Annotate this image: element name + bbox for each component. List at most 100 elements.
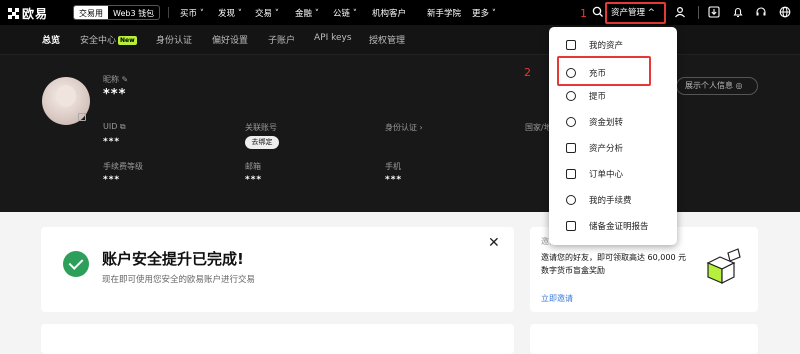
nav-item-label: 交易: [255, 9, 273, 19]
security-complete-card: 账户安全提升已完成! 现在即可使用您安全的欧易账户进行交易 ✕: [41, 227, 514, 312]
logo-icon: [8, 8, 19, 19]
nav-item-label: 金融: [295, 9, 313, 19]
chevron-down-icon: ˅: [350, 9, 357, 19]
subnav-tab-label: 偏好设置: [212, 36, 249, 46]
chevron-right-icon: ›: [419, 123, 423, 132]
nav-item-label: 机构客户: [372, 9, 407, 19]
subnav-tab-6[interactable]: 授权管理: [369, 33, 405, 46]
subnav-tab-1[interactable]: 安全中心 New: [80, 33, 137, 46]
dropdown-item-label: 资产分析: [589, 144, 624, 154]
nav-item-7[interactable]: 更多 ˅: [472, 7, 496, 19]
dropdown-item-label: 提币: [589, 92, 607, 102]
header-divider: [698, 6, 699, 19]
subnav-tab-4[interactable]: 子账户: [268, 33, 295, 46]
nav-item-5[interactable]: 机构客户: [372, 7, 406, 19]
subnav-tab-3[interactable]: 偏好设置: [212, 33, 248, 46]
nav-item-4[interactable]: 公链 ˅: [333, 7, 357, 19]
exchange-mode-tab[interactable]: 交易用: [74, 6, 108, 19]
phone-label: 手机: [385, 162, 401, 171]
dropdown-item-order[interactable]: 订单中心: [549, 164, 677, 184]
dropdown-item-fee[interactable]: 我的手续费: [549, 190, 677, 210]
search-icon[interactable]: [591, 5, 605, 19]
order-icon: [566, 169, 576, 179]
top-nav-bar: 欧易 交易用 Web3 钱包 买币 ˅ 发现 ˅ 交易 ˅ 金融 ˅ 公链 ˅ 机构客户新…: [0, 0, 800, 25]
download-icon[interactable]: [707, 5, 721, 19]
subnav-tab-0[interactable]: 总览: [42, 33, 60, 46]
web3-wallet-tab[interactable]: Web3 钱包: [108, 6, 159, 19]
subnav-tab-label: 子账户: [268, 36, 296, 46]
copy-icon[interactable]: ⧉: [120, 122, 126, 131]
dropdown-item-label: 我的手续费: [589, 196, 632, 206]
nav-divider: [168, 7, 169, 18]
user-icon[interactable]: [673, 5, 687, 19]
nav-item-label: 发现: [218, 9, 236, 19]
profile-panel: 昵称 ✎ *** UID ⧉ *** 关联账号 去绑定 身份认证 › 国家/地 …: [0, 55, 800, 212]
reserve-report-icon: [566, 221, 576, 231]
country-label: 国家/地: [525, 123, 552, 132]
email-label: 邮箱: [245, 162, 261, 171]
logo-text: 欧易: [22, 7, 49, 21]
chevron-down-icon: ˅: [235, 9, 242, 19]
fee-tier-value: ***: [103, 175, 121, 185]
dropdown-item-reserve-report[interactable]: 储备金证明报告: [549, 216, 677, 236]
dropdown-item-label: 我的资产: [589, 41, 624, 51]
nav-item-3[interactable]: 金融 ˅: [295, 7, 319, 19]
subnav-tab-label: 授权管理: [369, 36, 406, 46]
fee-icon: [566, 195, 576, 205]
dropdown-item-wallet[interactable]: 我的资产: [549, 35, 677, 55]
new-badge: New: [118, 36, 137, 45]
dropdown-item-label: 资金划转: [589, 118, 624, 128]
nav-item-2[interactable]: 交易 ˅: [255, 7, 279, 19]
dropdown-item-transfer[interactable]: 资金划转: [549, 112, 677, 132]
mode-toggle[interactable]: 交易用 Web3 钱包: [73, 5, 161, 20]
gift-box-icon: [706, 248, 741, 284]
show-personal-info-toggle[interactable]: 展示个人信息 ◎: [676, 77, 758, 95]
nickname-value: ***: [103, 87, 127, 102]
uid-value: ***: [103, 137, 121, 147]
nav-item-6[interactable]: 新手学院: [427, 7, 461, 19]
invite-now-link[interactable]: 立即邀请: [541, 293, 573, 304]
analysis-icon: [566, 143, 576, 153]
nav-item-label: 更多: [472, 9, 490, 19]
close-icon[interactable]: ✕: [488, 235, 500, 251]
edit-avatar-icon[interactable]: [78, 113, 86, 121]
annotation-highlight-2: [557, 56, 651, 86]
content-card: [530, 324, 758, 354]
phone-value: ***: [385, 175, 403, 185]
nav-item-0[interactable]: 买币 ˅: [180, 7, 204, 19]
edit-icon[interactable]: ✎: [122, 75, 129, 84]
nav-item-label: 新手学院: [427, 9, 462, 19]
globe-icon[interactable]: [778, 5, 792, 19]
subnav-tab-5[interactable]: API keys: [314, 33, 352, 43]
chevron-down-icon: ˅: [312, 9, 319, 19]
annotation-step-2: 2: [524, 66, 531, 79]
email-value: ***: [245, 175, 263, 185]
fee-tier-label: 手续费等级: [103, 162, 143, 171]
bell-icon[interactable]: [731, 5, 745, 19]
bind-account-button[interactable]: 去绑定: [245, 136, 279, 149]
eye-off-icon: ◎: [735, 81, 743, 90]
okx-logo[interactable]: 欧易: [8, 5, 48, 22]
chevron-down-icon: ˅: [272, 9, 279, 19]
content-card: [41, 324, 514, 354]
headset-icon[interactable]: [754, 5, 768, 19]
account-subnav: 总览 安全中心 New 身份认证 偏好设置 子账户 API keys 授权管理: [0, 25, 800, 55]
subnav-tab-2[interactable]: 身份认证: [156, 33, 192, 46]
subnav-tab-label: 总览: [42, 36, 61, 46]
nav-item-label: 公链: [333, 9, 351, 19]
security-card-subtitle: 现在即可使用您安全的欧易账户进行交易: [102, 275, 256, 285]
transfer-icon: [566, 117, 576, 127]
nav-item-label: 买币: [180, 9, 198, 19]
withdraw-icon: [566, 91, 576, 101]
dropdown-item-label: 储备金证明报告: [589, 222, 649, 232]
subnav-tab-label: 安全中心: [80, 36, 117, 46]
nickname-label: 昵称 ✎: [103, 75, 129, 84]
chevron-down-icon: ˅: [197, 9, 204, 19]
dropdown-item-analysis[interactable]: 资产分析: [549, 138, 677, 158]
uid-label: UID ⧉: [103, 122, 126, 131]
dropdown-item-withdraw[interactable]: 提币: [549, 86, 677, 106]
annotation-step-1: 1: [580, 7, 587, 20]
nav-item-1[interactable]: 发现 ˅: [218, 7, 242, 19]
subnav-tab-label: API keys: [314, 33, 352, 43]
identity-verification-link[interactable]: 身份认证 ›: [385, 122, 423, 133]
